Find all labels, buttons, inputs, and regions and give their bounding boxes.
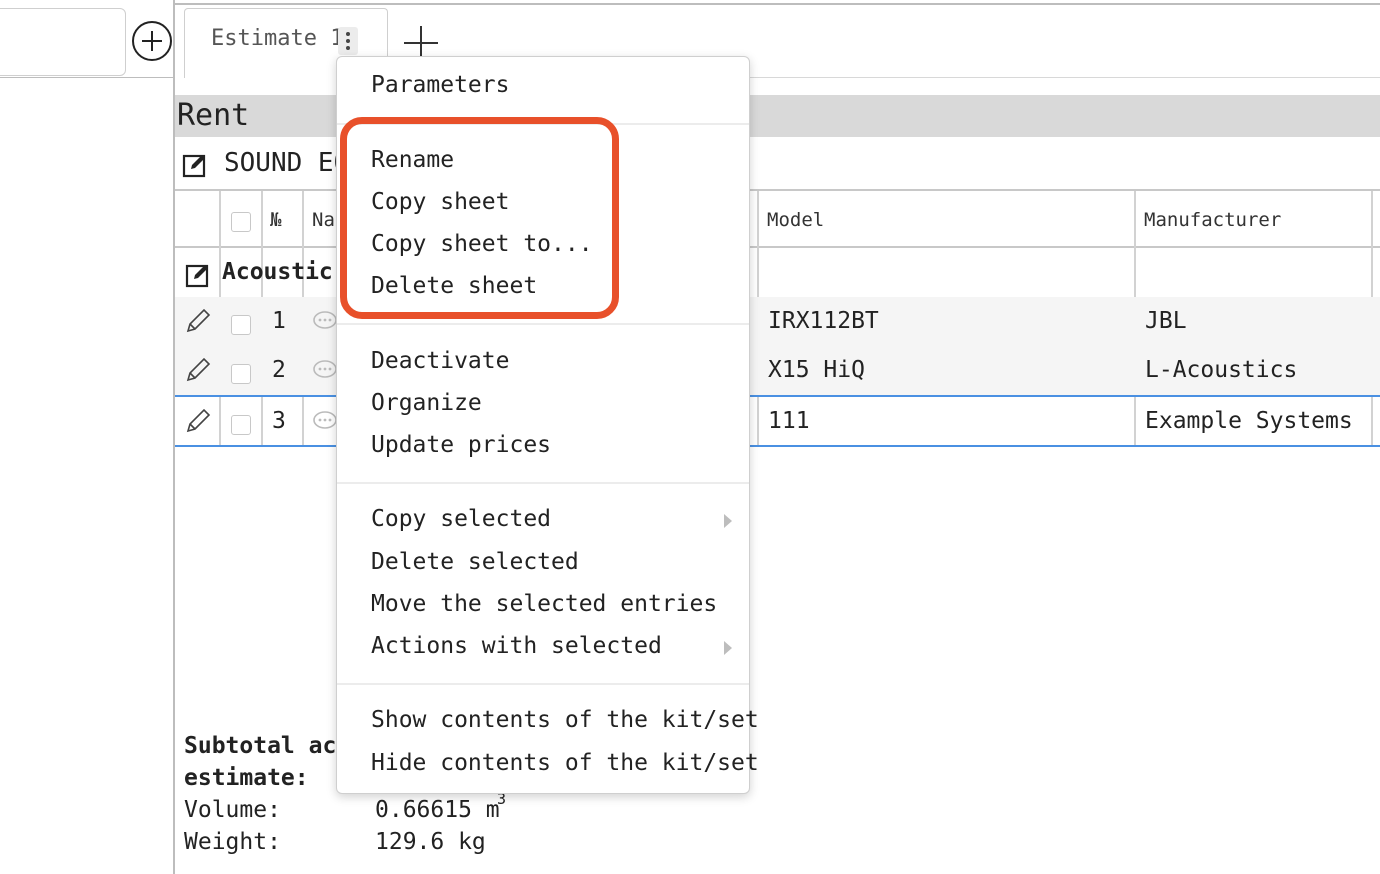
top-border xyxy=(175,3,1380,5)
comment-icon[interactable] xyxy=(312,409,338,433)
highlight-box xyxy=(340,117,619,319)
submenu-arrow-icon xyxy=(724,514,732,528)
volume-value: 0.66615 m xyxy=(375,797,500,823)
select-all-checkbox[interactable] xyxy=(231,212,251,232)
tab-label[interactable]: Estimate 1 xyxy=(211,26,343,51)
edit-square-icon[interactable] xyxy=(182,152,208,178)
menu-item-parameters[interactable]: Parameters xyxy=(371,72,509,98)
add-tab-plus-icon[interactable] xyxy=(404,26,438,60)
pencil-icon[interactable] xyxy=(185,408,211,434)
weight-label: Weight: xyxy=(184,829,281,855)
menu-item-copy-selected[interactable]: Copy selected xyxy=(371,506,551,532)
menu-separator xyxy=(337,482,749,484)
cell-manufacturer[interactable]: Example Systems xyxy=(1145,408,1353,434)
pencil-icon[interactable] xyxy=(185,357,211,383)
menu-item-delete-selected[interactable]: Delete selected xyxy=(371,549,579,575)
subsection-title: SOUND EQ xyxy=(224,148,350,178)
header-number[interactable]: № xyxy=(270,209,281,231)
header-model[interactable]: Model xyxy=(767,209,824,231)
add-circle-icon[interactable] xyxy=(132,21,172,61)
menu-item-move-selected[interactable]: Move the selected entries xyxy=(371,591,717,617)
row-number: 2 xyxy=(272,357,286,383)
row-checkbox[interactable] xyxy=(231,364,251,384)
edit-square-icon[interactable] xyxy=(185,262,211,288)
menu-item-actions-with-selected[interactable]: Actions with selected xyxy=(371,633,662,659)
cell-manufacturer[interactable]: JBL xyxy=(1145,308,1187,334)
menu-separator xyxy=(337,683,749,685)
comment-icon[interactable] xyxy=(312,358,338,382)
submenu-arrow-icon xyxy=(724,641,732,655)
comment-icon[interactable] xyxy=(312,309,338,333)
header-manufacturer[interactable]: Manufacturer xyxy=(1144,209,1281,231)
pencil-icon[interactable] xyxy=(185,308,211,334)
kebab-icon[interactable] xyxy=(338,27,358,55)
section-title: Rent xyxy=(177,98,250,133)
row-checkbox[interactable] xyxy=(231,415,251,435)
row-number: 3 xyxy=(272,408,286,434)
menu-item-update-prices[interactable]: Update prices xyxy=(371,432,551,458)
subtotal-label: Subtotal acc xyxy=(184,733,351,759)
cell-manufacturer[interactable]: L-Acoustics xyxy=(1145,357,1297,383)
menu-item-organize[interactable]: Organize xyxy=(371,390,482,416)
weight-value: 129.6 kg xyxy=(375,829,486,855)
row-checkbox[interactable] xyxy=(231,315,251,335)
cell-model[interactable]: X15 HiQ xyxy=(768,357,865,383)
cell-model[interactable]: IRX112BT xyxy=(768,308,879,334)
menu-item-deactivate[interactable]: Deactivate xyxy=(371,348,509,374)
row-number: 1 xyxy=(272,308,286,334)
volume-label: Volume: xyxy=(184,797,281,823)
menu-separator xyxy=(337,323,749,325)
sheet-search-input[interactable] xyxy=(0,8,126,76)
cell-model[interactable]: 111 xyxy=(768,408,810,434)
menu-item-hide-kit-contents[interactable]: Hide contents of the kit/set xyxy=(371,750,759,776)
left-divider xyxy=(0,77,175,78)
subtotal-label-2: estimate: xyxy=(184,765,309,791)
menu-item-show-kit-contents[interactable]: Show contents of the kit/set xyxy=(371,707,759,733)
